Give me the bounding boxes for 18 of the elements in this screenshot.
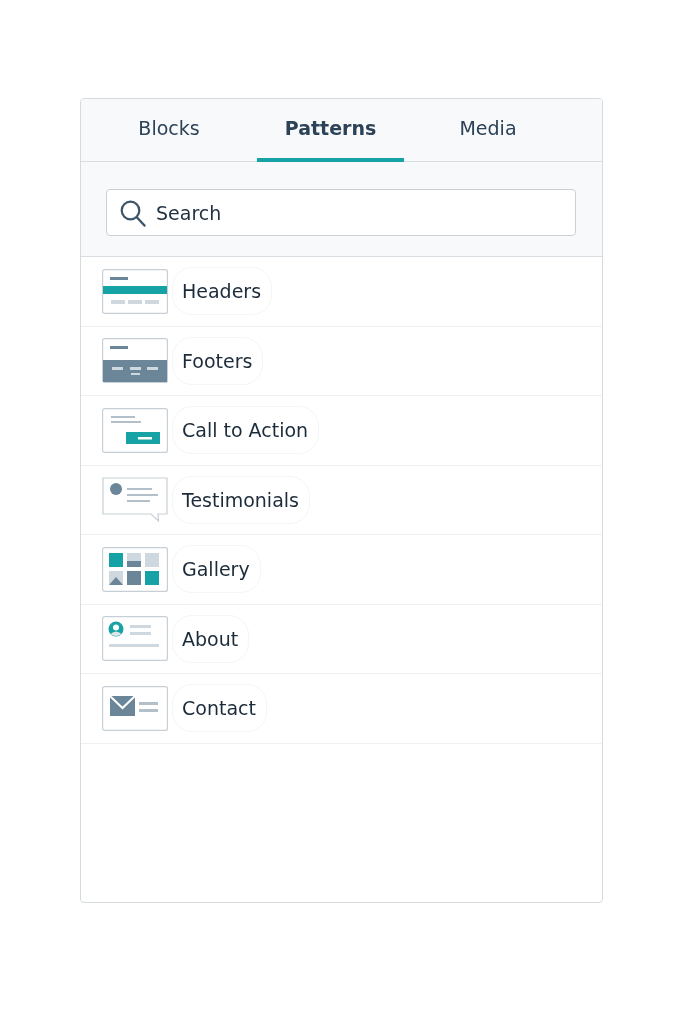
- image-grid-icon: [102, 546, 168, 592]
- pattern-category-item[interactable]: Gallery: [81, 535, 602, 605]
- pattern-category-item[interactable]: Testimonials: [81, 465, 602, 535]
- call-to-action-layout-icon: [102, 407, 168, 453]
- pattern-category-item[interactable]: Call to Action: [81, 396, 602, 466]
- pattern-category-item[interactable]: About: [81, 604, 602, 674]
- header-layout-icon: [102, 268, 168, 314]
- speech-bubble-icon: [102, 477, 168, 523]
- search-field[interactable]: Search: [106, 189, 576, 236]
- search-icon: [120, 200, 146, 227]
- profile-card-icon: [102, 616, 168, 662]
- pattern-category-item[interactable]: Headers: [81, 257, 602, 327]
- pattern-category-item[interactable]: Footers: [81, 326, 602, 396]
- pattern-category-item[interactable]: Contact: [81, 674, 602, 744]
- tab[interactable]: Media: [404, 99, 572, 162]
- footer-layout-icon: [102, 338, 168, 384]
- envelope-icon: [102, 685, 168, 731]
- tab[interactable]: Blocks: [81, 99, 257, 162]
